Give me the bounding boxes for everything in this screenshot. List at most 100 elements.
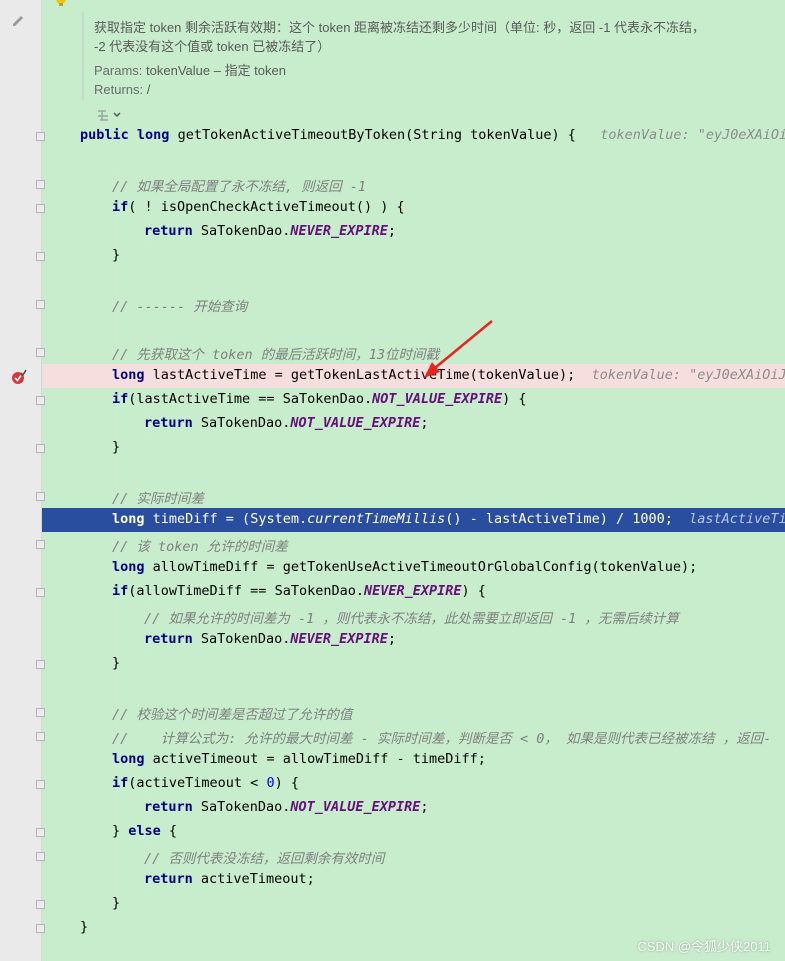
code-line[interactable]: return activeTimeout; bbox=[42, 868, 785, 892]
fold-marker-icon[interactable] bbox=[36, 780, 45, 789]
constant: NOT_VALUE_EXPIRE bbox=[372, 391, 503, 407]
constant: NOT_VALUE_EXPIRE bbox=[290, 415, 421, 431]
code-line[interactable]: // 如果允许的时间差为 -1 ，则代表永不冻结，此处需要立即返回 -1 ，无需… bbox=[42, 604, 785, 628]
code-line[interactable]: long activeTimeout = allowTimeDiff - tim… bbox=[42, 748, 785, 772]
fold-marker-icon[interactable] bbox=[36, 852, 45, 861]
keyword: long bbox=[136, 127, 170, 143]
fold-marker-icon[interactable] bbox=[36, 588, 45, 597]
code-line[interactable]: return SaTokenDao.NOT_VALUE_EXPIRE; bbox=[42, 412, 785, 436]
fold-marker-icon[interactable] bbox=[36, 396, 45, 405]
fold-marker-icon[interactable] bbox=[36, 444, 45, 453]
keyword: long bbox=[112, 559, 145, 575]
closing-brace: } bbox=[112, 655, 121, 671]
code-line[interactable]: return SaTokenDao.NEVER_EXPIRE; bbox=[42, 628, 785, 652]
execution-point-line[interactable]: long timeDiff = (System.currentTimeMilli… bbox=[42, 508, 785, 532]
fold-marker-icon[interactable] bbox=[36, 492, 45, 501]
doc-params-label: Params: bbox=[94, 63, 143, 78]
fold-marker-icon[interactable] bbox=[36, 180, 45, 189]
code-text: ) { bbox=[274, 775, 299, 791]
code-line[interactable]: if(lastActiveTime == SaTokenDao.NOT_VALU… bbox=[42, 388, 785, 412]
fold-marker-icon[interactable] bbox=[36, 924, 45, 933]
code-text: (allowTimeDiff == SaTokenDao. bbox=[128, 583, 364, 599]
code-line[interactable]: // 实际时间差 bbox=[42, 484, 785, 508]
code-text: activeTimeout; bbox=[200, 871, 315, 887]
code-line[interactable]: long allowTimeDiff = getTokenUseActiveTi… bbox=[42, 556, 785, 580]
fold-marker-icon[interactable] bbox=[36, 300, 45, 309]
doc-description: 获取指定 token 剩余活跃有效期：这个 token 距离被冻结还剩多少时间（… bbox=[94, 20, 706, 35]
fold-marker-icon[interactable] bbox=[36, 660, 45, 669]
doc-params-value: tokenValue – 指定 token bbox=[146, 63, 286, 78]
code-line[interactable]: // 计算公式为: 允许的最大时间差 - 实际时间差，判断是否 < 0， 如果是… bbox=[42, 724, 785, 748]
keyword: return bbox=[144, 871, 193, 887]
code-editor[interactable]: 获取指定 token 剩余活跃有效期：这个 token 距离被冻结还剩多少时间（… bbox=[42, 0, 785, 961]
constant: NEVER_EXPIRE bbox=[363, 583, 462, 599]
code-line[interactable]: return SaTokenDao.NOT_VALUE_EXPIRE; bbox=[42, 796, 785, 820]
code-line[interactable]: } bbox=[42, 244, 785, 268]
keyword: else bbox=[128, 823, 161, 839]
code-line[interactable]: public long getTokenActiveTimeoutByToken… bbox=[42, 124, 785, 148]
keyword: public bbox=[80, 127, 129, 143]
comment: // 先获取这个 token 的最后活跃时间，13位时间戳 bbox=[112, 347, 440, 363]
constant: NEVER_EXPIRE bbox=[290, 223, 388, 239]
edit-icon[interactable] bbox=[10, 12, 26, 28]
doc-returns-value: / bbox=[146, 82, 151, 97]
keyword: return bbox=[144, 631, 193, 647]
code-text: lastActiveTime = getTokenLastActiveTime(… bbox=[152, 367, 576, 383]
fold-marker-icon[interactable] bbox=[36, 540, 45, 549]
comment: // 如果全局配置了永不冻结, 则返回 -1 bbox=[112, 179, 367, 195]
fold-marker-icon[interactable] bbox=[36, 252, 45, 261]
code-line[interactable]: } bbox=[42, 652, 785, 676]
code-line[interactable]: } bbox=[42, 892, 785, 916]
number-literal: 0 bbox=[266, 775, 275, 791]
comment: // 如果允许的时间差为 -1 ，则代表永不冻结，此处需要立即返回 -1 ，无需… bbox=[144, 611, 679, 627]
comment: // ------ 开始查询 bbox=[112, 299, 248, 315]
doc-params: Params: tokenValue – 指定 token bbox=[94, 60, 286, 79]
code-text: ) { bbox=[502, 391, 527, 407]
keyword: long bbox=[112, 511, 145, 527]
bulb-icon[interactable] bbox=[54, 0, 68, 8]
code-text: } bbox=[112, 823, 129, 839]
code-text: (activeTimeout < bbox=[128, 775, 267, 791]
code-text: { bbox=[160, 823, 178, 839]
fold-marker-icon[interactable] bbox=[36, 132, 45, 141]
code-text: ( ! isOpenCheckActiveTimeout() ) { bbox=[128, 199, 405, 215]
editor-gutter[interactable] bbox=[0, 0, 42, 961]
keyword: return bbox=[144, 799, 193, 815]
code-text: timeDiff = (System. bbox=[152, 511, 308, 527]
render-toggle-icon[interactable] bbox=[96, 108, 124, 122]
arrow-annotation bbox=[424, 319, 493, 378]
semicolon: ; bbox=[387, 223, 397, 239]
code-line[interactable]: // 如果全局配置了永不冻结, 则返回 -1 bbox=[42, 172, 785, 196]
doc-comment-rule bbox=[82, 12, 84, 100]
code-line[interactable]: } else { bbox=[42, 820, 785, 844]
code-line[interactable]: if( ! isOpenCheckActiveTimeout() ) { bbox=[42, 196, 785, 220]
fold-marker-icon[interactable] bbox=[36, 708, 45, 717]
fold-marker-icon[interactable] bbox=[36, 348, 45, 357]
code-line[interactable]: // ------ 开始查询 bbox=[42, 292, 785, 316]
fold-marker-icon[interactable] bbox=[36, 828, 45, 837]
breakpoint-icon[interactable] bbox=[10, 368, 28, 386]
fold-marker-icon[interactable] bbox=[36, 204, 45, 213]
constant: NOT_VALUE_EXPIRE bbox=[290, 799, 421, 815]
code-line[interactable]: // 校验这个时间差是否超过了允许的值 bbox=[42, 700, 785, 724]
fold-marker-icon[interactable] bbox=[36, 900, 45, 909]
comment: // 该 token 允许的时间差 bbox=[112, 539, 288, 555]
keyword: if bbox=[112, 391, 129, 407]
code-line[interactable]: // 否则代表没冻结，返回剩余有效时间 bbox=[42, 844, 785, 868]
fold-marker-icon[interactable] bbox=[36, 732, 45, 741]
keyword: if bbox=[112, 583, 129, 599]
code-line[interactable]: return SaTokenDao.NEVER_EXPIRE; bbox=[42, 220, 785, 244]
code-text: () - lastActiveTime) / 1000; bbox=[445, 511, 673, 527]
code-text: ) { bbox=[461, 583, 486, 599]
inline-debug-value: tokenValue: "eyJ0eXAiOiJK bbox=[591, 367, 785, 383]
semicolon: ; bbox=[420, 799, 429, 815]
inline-debug-value: tokenValue: "eyJ0eXAiOiJK bbox=[600, 127, 785, 143]
keyword: return bbox=[144, 415, 193, 431]
closing-brace: } bbox=[80, 919, 89, 935]
code-line[interactable]: // 该 token 允许的时间差 bbox=[42, 532, 785, 556]
code-line[interactable]: } bbox=[42, 436, 785, 460]
code-text: SaTokenDao. bbox=[200, 223, 291, 239]
code-line[interactable]: if(activeTimeout < 0) { bbox=[42, 772, 785, 796]
code-line[interactable]: if(allowTimeDiff == SaTokenDao.NEVER_EXP… bbox=[42, 580, 785, 604]
doc-returns: Returns: / bbox=[94, 82, 150, 97]
